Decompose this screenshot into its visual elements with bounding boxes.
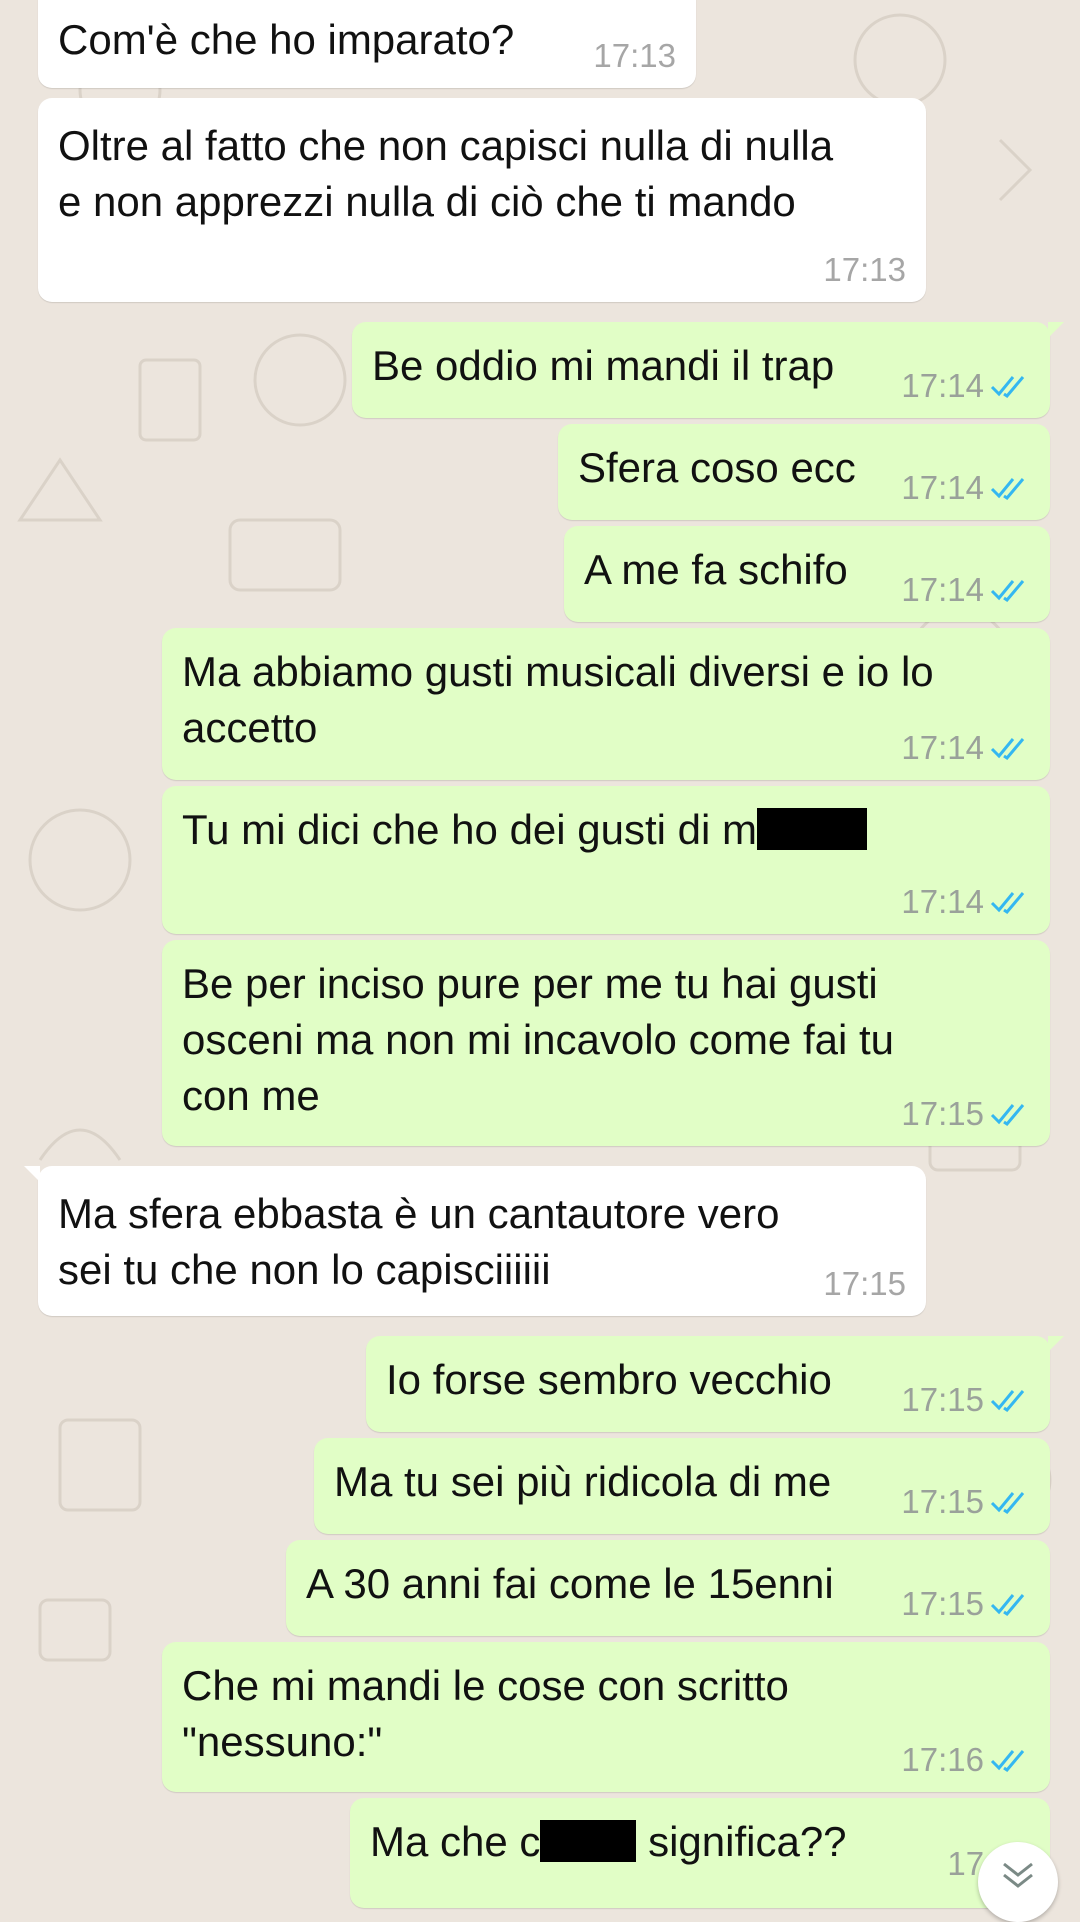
- message-text: Com'è che ho imparato?: [58, 16, 515, 63]
- message-bubble-outgoing[interactable]: Sfera coso ecc 17:14: [558, 424, 1050, 520]
- message-bubble-outgoing[interactable]: Tu mi dici che ho dei gusti di m 17:14: [162, 786, 1050, 934]
- message-time: 17:14: [901, 469, 984, 506]
- message-bubble-incoming[interactable]: Oltre al fatto che non capisci nulla di …: [38, 98, 926, 302]
- redaction-bar: [540, 1820, 637, 1862]
- message-time: 17:14: [901, 883, 984, 920]
- message-text: Ma che c: [370, 1818, 541, 1865]
- double-check-icon: [990, 376, 1025, 398]
- double-check-icon: [990, 892, 1025, 914]
- double-check-icon: [990, 580, 1025, 602]
- chevron-double-down-icon: [1003, 1862, 1033, 1888]
- message-bubble-outgoing[interactable]: Io forse sembro vecchio 17:15: [366, 1336, 1064, 1432]
- double-check-icon: [990, 1594, 1025, 1616]
- message-text: Che mi mandi le cose con scritto "nessun…: [182, 1662, 789, 1765]
- message-text: Sfera coso ecc: [578, 444, 856, 491]
- message-bubble-incoming[interactable]: Com'è che ho imparato? 17:13: [24, 0, 696, 88]
- message-time: 17:14: [901, 367, 984, 404]
- message-time: 17:14: [901, 729, 984, 766]
- message-bubble-outgoing[interactable]: Be per inciso pure per me tu hai gusti o…: [162, 940, 1050, 1146]
- message-bubble-outgoing[interactable]: A me fa schifo 17:14: [564, 526, 1050, 622]
- message-bubble-outgoing[interactable]: Ma abbiamo gusti musicali diversi e io l…: [162, 628, 1050, 780]
- message-text: Ma tu sei più ridicola di me: [334, 1458, 832, 1505]
- message-text: Ma abbiamo gusti musicali diversi e io l…: [182, 648, 934, 751]
- message-text: A me fa schifo: [584, 546, 848, 593]
- message-bubble-outgoing[interactable]: A 30 anni fai come le 15enni 17:15: [286, 1540, 1050, 1636]
- message-time: 17:15: [901, 1095, 984, 1132]
- message-time: 17:15: [901, 1483, 984, 1520]
- message-time: 17:15: [901, 1381, 984, 1418]
- message-text: Be per inciso pure per me tu hai gusti o…: [182, 960, 895, 1119]
- double-check-icon: [990, 1492, 1025, 1514]
- message-bubble-outgoing[interactable]: Che mi mandi le cose con scritto "nessun…: [162, 1642, 1050, 1792]
- double-check-icon: [990, 1104, 1025, 1126]
- message-time: 17:13: [823, 251, 906, 288]
- message-bubble-incoming[interactable]: Ma sfera ebbasta è un cantautore vero se…: [24, 1166, 926, 1316]
- message-bubble-outgoing[interactable]: Ma che c significa?? 17:16: [350, 1798, 1050, 1908]
- redaction-bar: [757, 808, 868, 850]
- scroll-to-bottom-button[interactable]: [978, 1842, 1058, 1922]
- message-text: Io forse sembro vecchio: [386, 1356, 832, 1403]
- message-time: 17:15: [823, 1265, 906, 1302]
- message-time: 17:16: [901, 1741, 984, 1778]
- double-check-icon: [990, 1750, 1025, 1772]
- double-check-icon: [990, 1390, 1025, 1412]
- message-text: A 30 anni fai come le 15enni: [306, 1560, 834, 1607]
- message-text: Be oddio mi mandi il trap: [372, 342, 835, 389]
- message-time: 17:13: [593, 37, 676, 74]
- message-text-suffix: significa??: [636, 1818, 847, 1865]
- double-check-icon: [990, 738, 1025, 760]
- message-time: 17:15: [901, 1585, 984, 1622]
- message-text: Ma sfera ebbasta è un cantautore vero se…: [58, 1190, 780, 1293]
- message-bubble-outgoing[interactable]: Ma tu sei più ridicola di me 17:15: [314, 1438, 1050, 1534]
- message-time: 17:14: [901, 571, 984, 608]
- message-text: Oltre al fatto che non capisci nulla di …: [58, 122, 834, 225]
- double-check-icon: [990, 478, 1025, 500]
- message-bubble-outgoing[interactable]: Be oddio mi mandi il trap 17:14: [352, 322, 1064, 418]
- message-text: Tu mi dici che ho dei gusti di m: [182, 806, 758, 853]
